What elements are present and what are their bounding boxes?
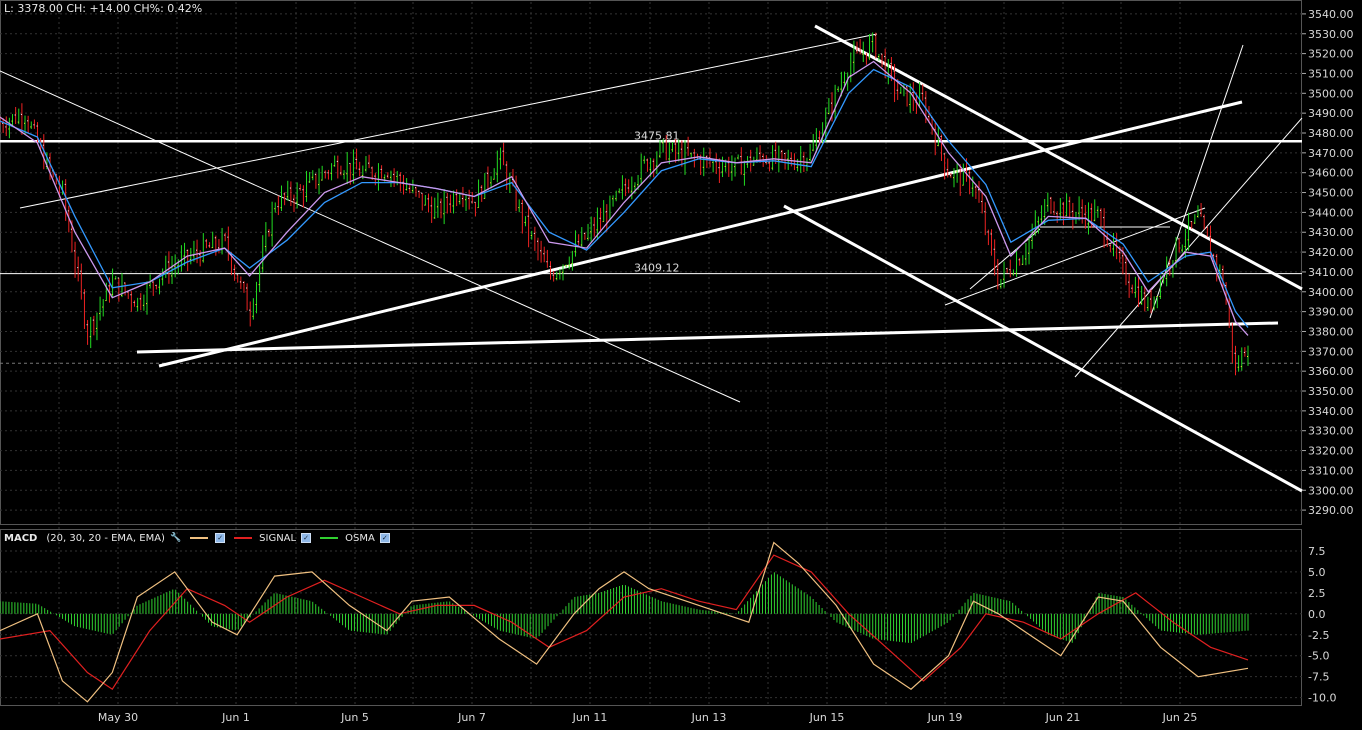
x-tick-label: Jun 15	[809, 711, 845, 724]
signal-swatch	[234, 537, 253, 539]
trend-line	[944, 207, 1206, 306]
macd-panel-frame	[0, 529, 1302, 706]
macd-series	[0, 541, 1249, 703]
x-tick-label: Jun 7	[457, 711, 486, 724]
macd-tick-label: -7.5	[1308, 671, 1329, 684]
macd-params: (20, 30, 20 - EMA, EMA)	[46, 532, 165, 544]
x-tick-label: Jun 21	[1045, 711, 1081, 724]
macd-title: MACD	[4, 532, 38, 544]
y-tick-label: 3390.00	[1308, 306, 1354, 319]
signal-visible-checkbox[interactable]: ✓	[301, 533, 312, 543]
x-tick-label: Jun 25	[1162, 711, 1198, 724]
macd-tick-label: 5.0	[1308, 566, 1326, 579]
y-tick-label: 3490.00	[1308, 107, 1354, 120]
y-tick-label: 3450.00	[1308, 187, 1354, 200]
y-tick-label: 3500.00	[1308, 87, 1354, 100]
y-tick-label: 3400.00	[1308, 286, 1354, 299]
y-tick-label: 3470.00	[1308, 147, 1354, 160]
macd-tick-label: -2.5	[1308, 629, 1329, 642]
macd-legend: MACD (20, 30, 20 - EMA, EMA) 🔧 ✓ SIGNAL …	[4, 531, 390, 545]
osma-visible-checkbox[interactable]: ✓	[379, 533, 390, 543]
x-tick-label: Jun 5	[340, 711, 369, 724]
y-tick-label: 3420.00	[1308, 246, 1354, 259]
y-tick-label: 3370.00	[1308, 345, 1354, 358]
price-series	[0, 32, 1249, 376]
y-tick-label: 3430.00	[1308, 226, 1354, 239]
y-tick-label: 3510.00	[1308, 67, 1354, 80]
osma-label: OSMA	[345, 532, 375, 544]
y-tick-label: 3480.00	[1308, 127, 1354, 140]
y-tick-label: 3330.00	[1308, 425, 1354, 438]
y-tick-label: 3320.00	[1308, 445, 1354, 458]
price-level-label: 3475.81	[634, 129, 680, 142]
osma-swatch	[320, 537, 339, 539]
x-tick-label: Jun 1	[221, 711, 250, 724]
y-tick-label: 3410.00	[1308, 266, 1354, 279]
macd-swatch	[190, 537, 209, 539]
macd-tick-label: 2.5	[1308, 587, 1326, 600]
y-tick-label: 3460.00	[1308, 167, 1354, 180]
y-tick-label: 3440.00	[1308, 206, 1354, 219]
x-tick-label: Jun 19	[927, 711, 963, 724]
y-tick-label: 3300.00	[1308, 484, 1354, 497]
y-tick-label: 3290.00	[1308, 504, 1354, 517]
macd-tick-label: 0.0	[1308, 608, 1326, 621]
y-tick-label: 3350.00	[1308, 385, 1354, 398]
price-level-label: 3409.12	[634, 262, 680, 275]
chart-canvas: 3475.81 3409.12 May 30 Jun 1 Jun 5 Jun 7 Jun …	[0, 0, 1354, 724]
y-tick-label: 3380.00	[1308, 325, 1354, 338]
settings-wrench-icon[interactable]: 🔧	[170, 533, 181, 543]
trend-line	[0, 70, 741, 403]
signal-label: SIGNAL	[259, 532, 297, 544]
y-tick-label: 3340.00	[1308, 405, 1354, 418]
macd-tick-label: -10.0	[1308, 692, 1336, 705]
trend-line	[19, 33, 878, 209]
price-readout: L: 3378.00 CH: +14.00 CH%: 0.42%	[4, 2, 203, 15]
trend-line	[783, 204, 1303, 493]
macd-visible-checkbox[interactable]: ✓	[215, 533, 226, 543]
x-tick-label: Jun 11	[572, 711, 608, 724]
x-tick-label: Jun 13	[691, 711, 727, 724]
macd-tick-label: -5.0	[1308, 650, 1329, 663]
x-tick-label: May 30	[98, 711, 138, 724]
y-tick-label: 3360.00	[1308, 365, 1354, 378]
trend-line	[136, 321, 1279, 354]
y-tick-label: 3310.00	[1308, 464, 1354, 477]
y-tick-label: 3540.00	[1308, 8, 1354, 21]
y-tick-label: 3520.00	[1308, 48, 1354, 61]
macd-tick-label: 7.5	[1308, 545, 1326, 558]
y-tick-label: 3530.00	[1308, 28, 1354, 41]
